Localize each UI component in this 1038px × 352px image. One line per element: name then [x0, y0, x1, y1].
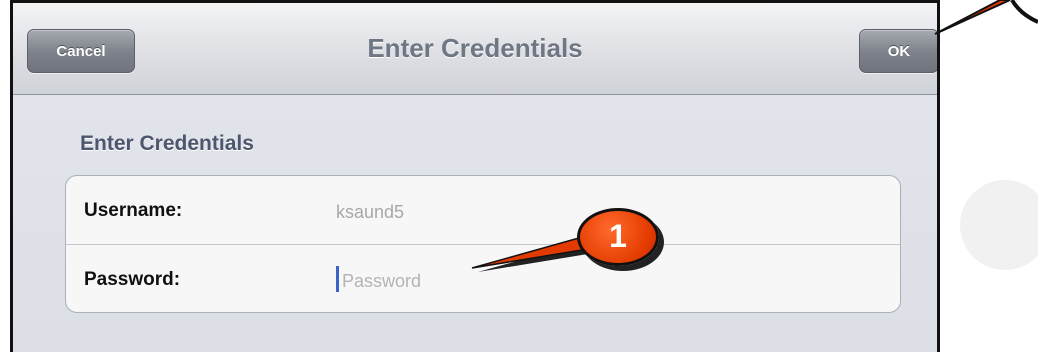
- text-caret: [336, 266, 339, 292]
- credentials-dialog: Cancel Enter Credentials OK Enter Creden…: [10, 0, 940, 352]
- corner-callout-pointer: [934, 0, 1011, 35]
- dialog-title: Enter Credentials: [367, 33, 583, 63]
- credentials-form-group: Username: ksaund5 Password:: [65, 175, 901, 313]
- username-row[interactable]: Username: ksaund5: [66, 176, 900, 245]
- username-label: Username:: [84, 200, 183, 221]
- ok-button[interactable]: OK: [859, 29, 937, 73]
- callout-badge: 1: [577, 208, 659, 266]
- password-label: Password:: [84, 269, 181, 290]
- section-header: Enter Credentials: [80, 132, 254, 155]
- background-decoration: [960, 180, 1038, 270]
- password-field[interactable]: [336, 267, 856, 295]
- navigation-bar: Cancel Enter Credentials OK: [13, 3, 937, 95]
- corner-callout-edge: [1010, 0, 1038, 24]
- username-field[interactable]: ksaund5: [336, 202, 404, 223]
- password-row[interactable]: Password:: [66, 245, 900, 312]
